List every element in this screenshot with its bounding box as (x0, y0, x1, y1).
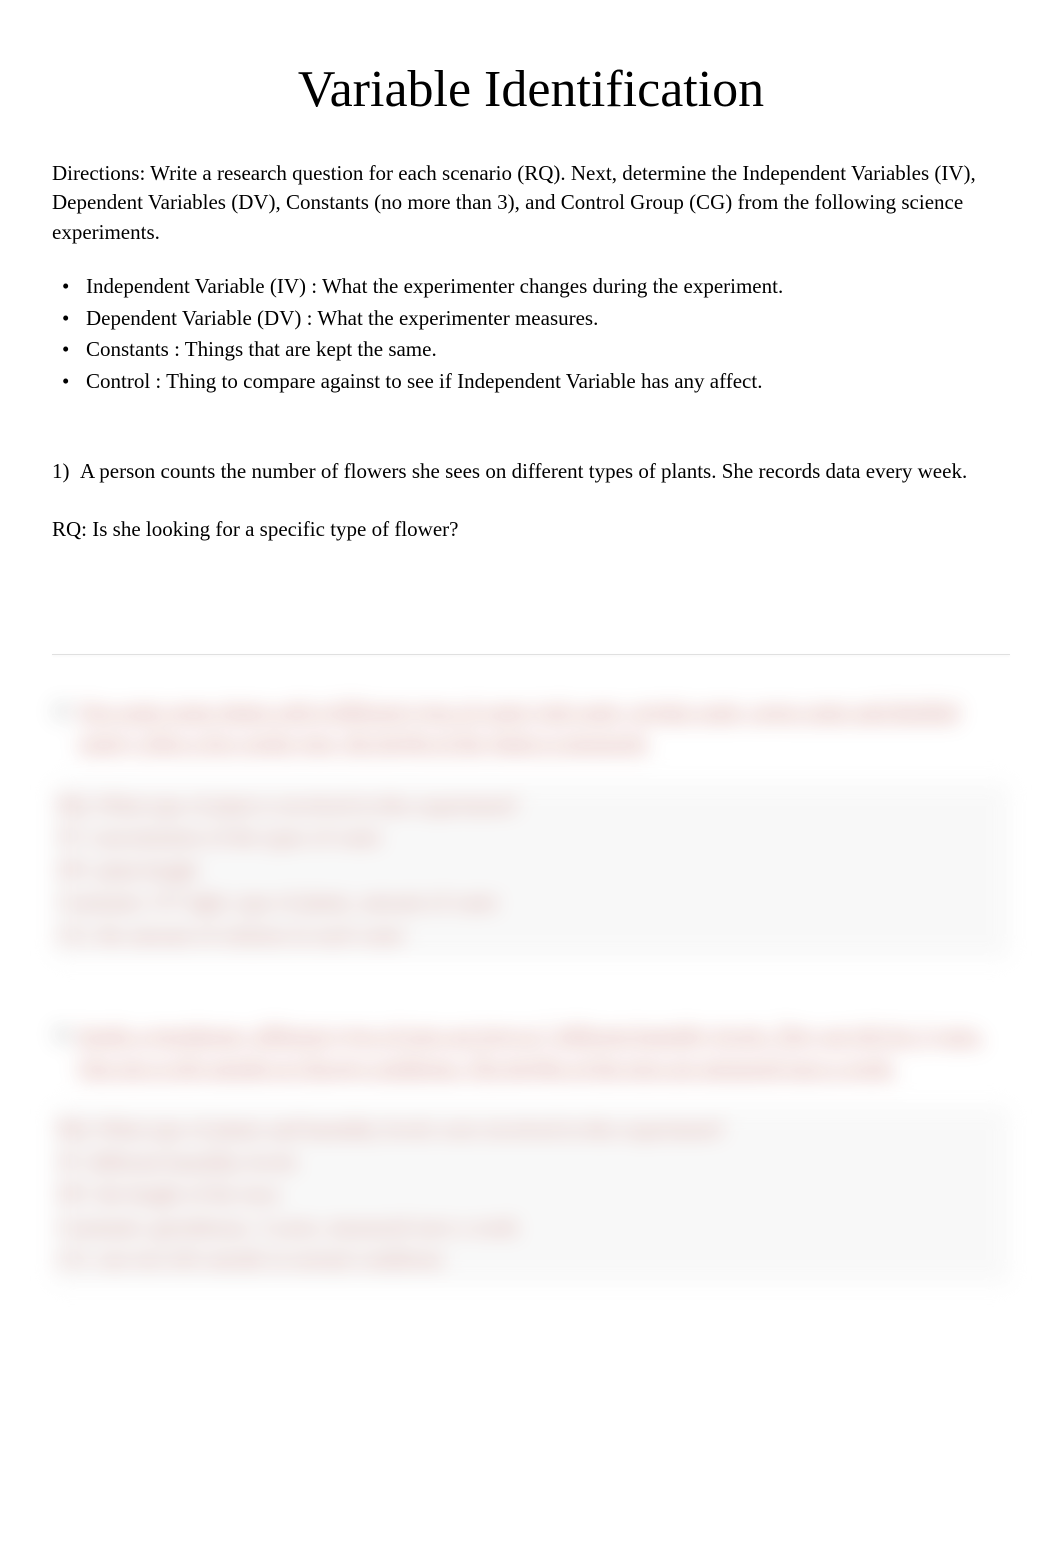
section-divider (52, 654, 1010, 655)
answer-line: DV: the height of the trees (52, 1179, 1010, 1212)
question-number: 3) (52, 1019, 78, 1051)
answer-line: CG: one tree left outside in normal cond… (52, 1244, 1010, 1276)
definitions-list: Independent Variable (IV) : What the exp… (52, 271, 1010, 397)
answer-line: IV: different humidity levels (52, 1147, 1010, 1180)
directions-text: Directions: Write a research question fo… (52, 159, 1010, 247)
question-3-text: 3)Inside a greenhouse, different types o… (52, 1019, 1010, 1082)
question-1-block: 1) A person counts the number of flowers… (52, 457, 1010, 544)
question-body: Inside a greenhouse, different types of … (78, 1022, 983, 1078)
question-2-text: 2)You water some plants with 4 different… (52, 695, 1010, 758)
question-body: You water some plants with 4 different t… (78, 698, 958, 754)
blurred-content: 2)You water some plants with 4 different… (52, 695, 1010, 1284)
answer-line: CG: the amount of solution in each water (52, 920, 1010, 952)
definition-item: Independent Variable (IV) : What the exp… (86, 271, 1010, 303)
answer-line: DV: plant height (52, 855, 1010, 888)
definition-item: Control : Thing to compare against to se… (86, 366, 1010, 398)
answer-line: RQ: What type of plant is involved in th… (52, 790, 1010, 823)
question-1-rq: RQ: Is she looking for a specific type o… (52, 515, 1010, 544)
definition-item: Constants : Things that are kept the sam… (86, 334, 1010, 366)
answer-line: RQ: What type of plants and humidity lev… (52, 1114, 1010, 1147)
page-title: Variable Identification (52, 60, 1010, 119)
definition-item: Dependent Variable (DV) : What the exper… (86, 303, 1010, 335)
answer-line: Constants: UV light, type of plants, amo… (52, 887, 1010, 920)
answer-line: Constants: greenhouse, 3 years, measured… (52, 1212, 1010, 1245)
question-number: 1) (52, 459, 70, 483)
question-2-answers: RQ: What type of plant is involved in th… (52, 782, 1010, 960)
question-number: 2) (52, 695, 78, 727)
question-body: A person counts the number of flowers sh… (80, 459, 967, 483)
question-3-answers: RQ: What type of plants and humidity lev… (52, 1106, 1010, 1284)
question-1-text: 1) A person counts the number of flowers… (52, 457, 1010, 486)
answer-line: IV: concentration of the types of water (52, 822, 1010, 855)
